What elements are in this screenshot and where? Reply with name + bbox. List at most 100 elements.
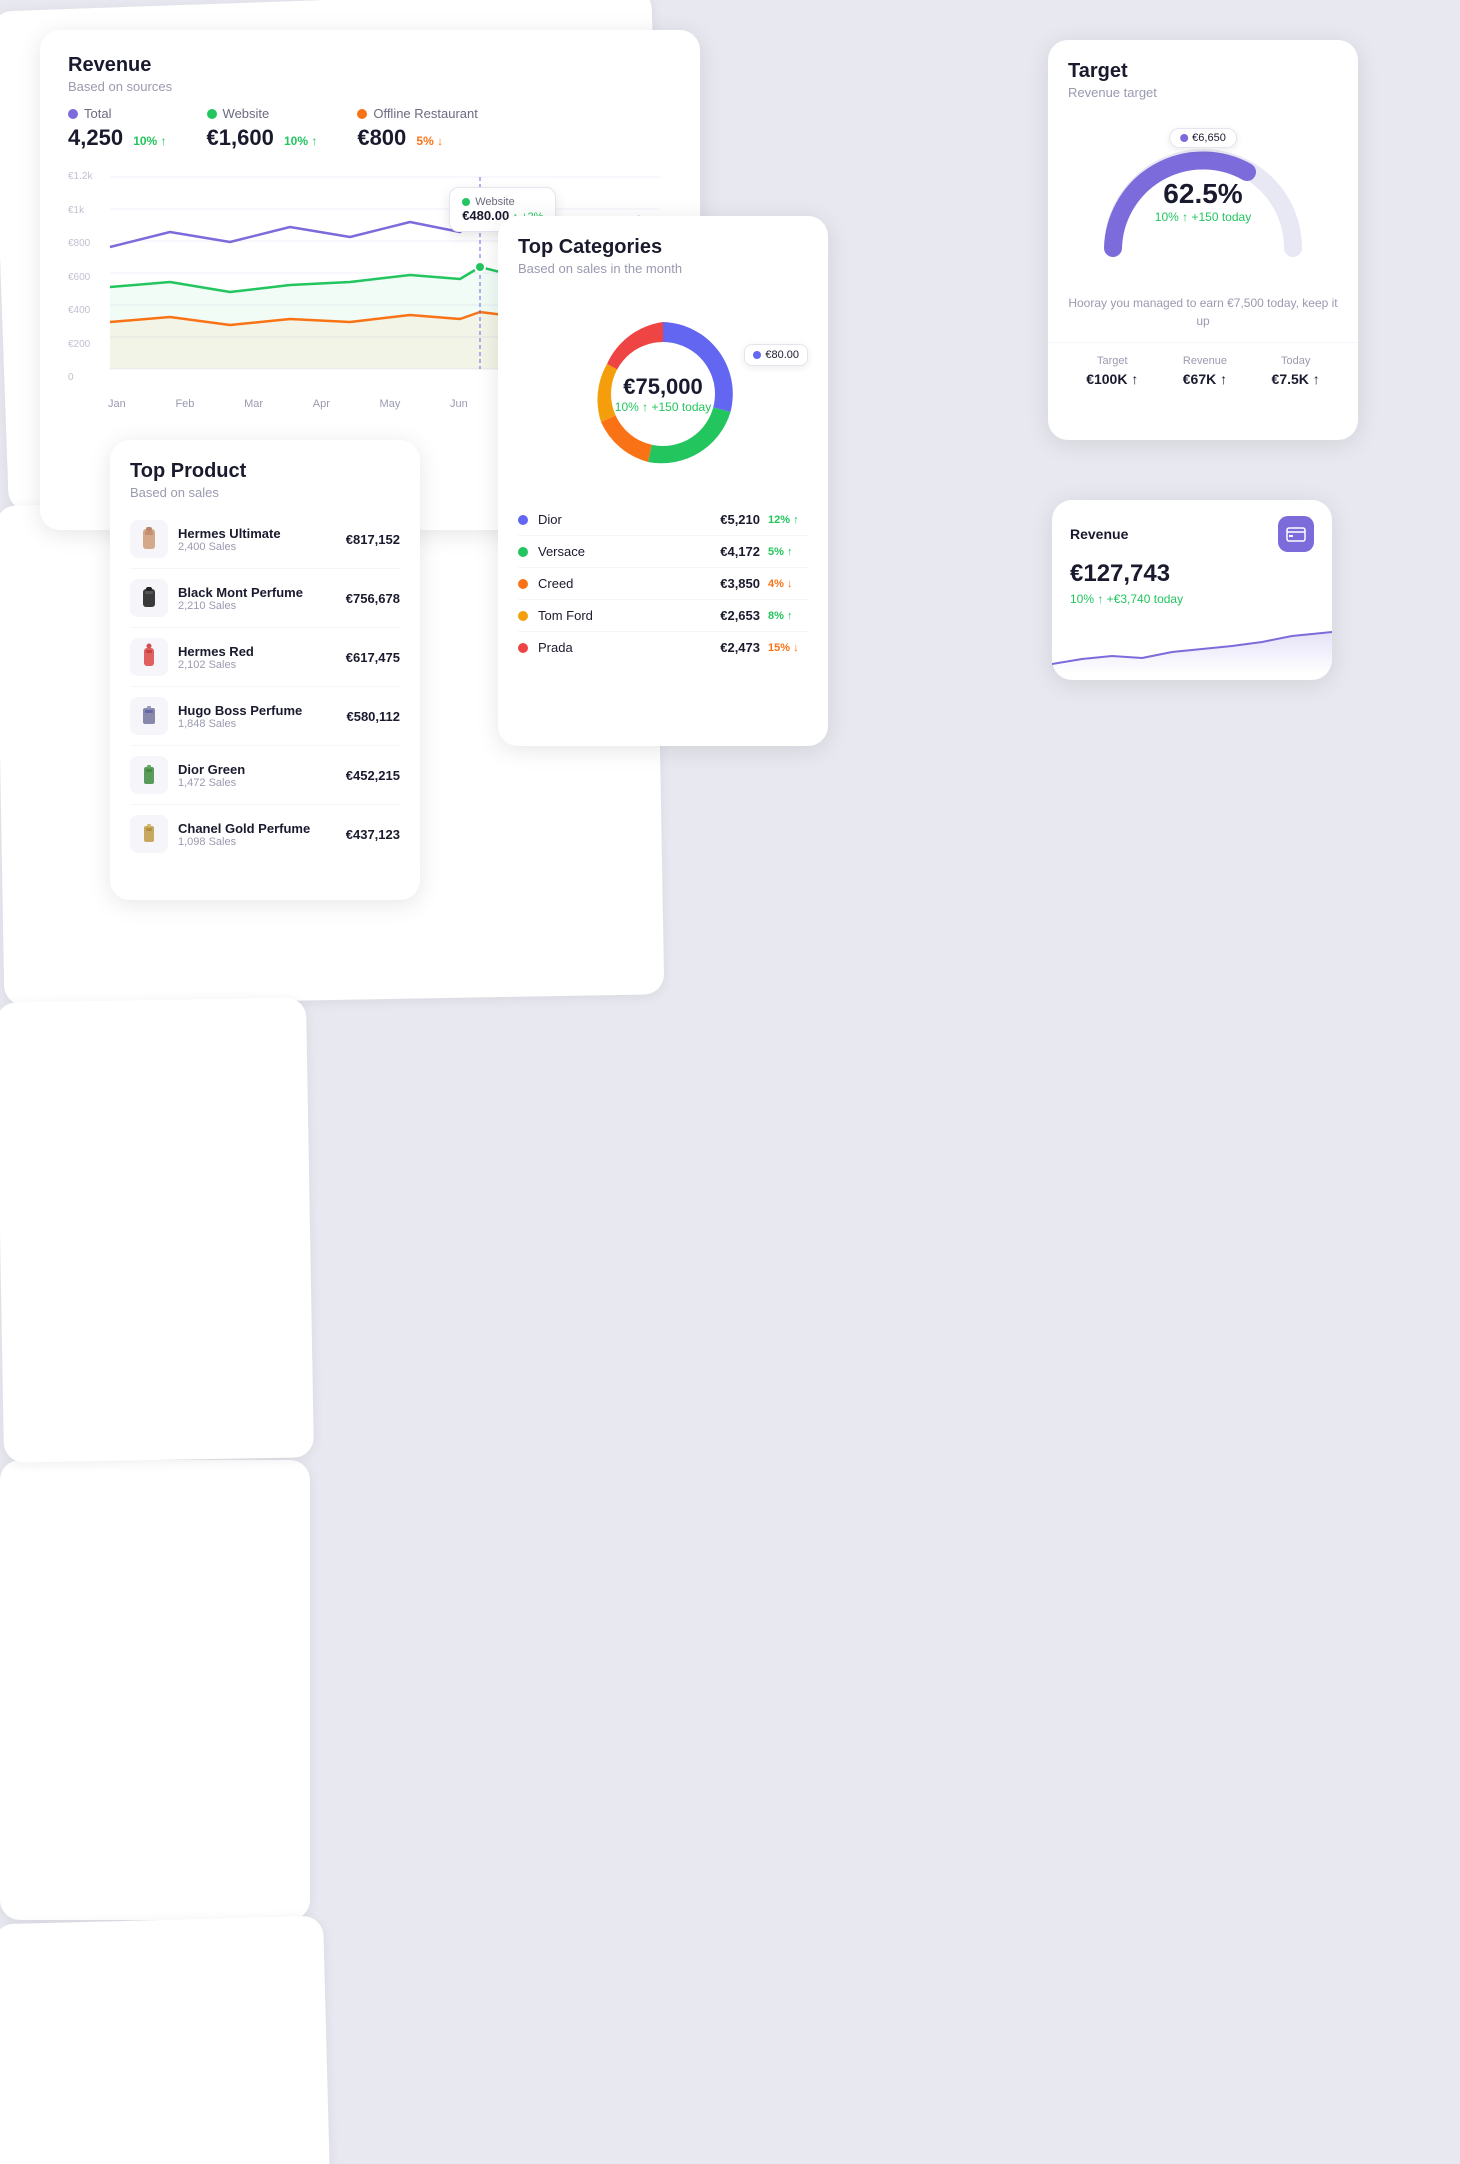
category-change-1: 5% ↑ xyxy=(768,546,808,558)
offline-dot xyxy=(357,109,367,119)
category-value-4: €2,473 xyxy=(720,640,760,655)
website-dot xyxy=(207,109,217,119)
category-value-3: €2,653 xyxy=(720,608,760,623)
target-title: Target xyxy=(1068,60,1338,83)
target-metric-value-2: €7.5K ↑ xyxy=(1272,371,1320,387)
product-img-0 xyxy=(130,520,168,558)
product-revenue-5: €437,123 xyxy=(346,827,400,842)
donut-label-dot xyxy=(753,351,761,359)
category-name-3: Tom Ford xyxy=(538,608,720,623)
product-title: Top Product xyxy=(130,460,400,483)
metric-offline-value: €800 5% ↓ xyxy=(357,125,478,151)
gauge-container: 62.5% 10% ↑ +150 today €6,650 xyxy=(1048,118,1358,278)
product-name-4: Dior Green xyxy=(178,762,336,777)
gauge-change: 10% ↑ +150 today xyxy=(1155,210,1251,224)
product-card: Top Product Based on sales Hermes Ultima… xyxy=(110,440,420,900)
mini-card-header: Revenue xyxy=(1052,500,1332,560)
gauge-value: 62.5% xyxy=(1155,178,1251,210)
list-item: Tom Ford €2,653 8% ↑ xyxy=(518,600,808,632)
revenue-metrics: Total 4,250 10% ↑ Website €1,600 10% ↑ O… xyxy=(40,106,700,167)
mini-revenue-chart xyxy=(1052,614,1332,674)
target-metric-value-1: €67K ↑ xyxy=(1183,371,1227,387)
categories-subtitle: Based on sales in the month xyxy=(518,261,808,276)
donut-value: €75,000 xyxy=(615,374,711,400)
target-metric-label-0: Target xyxy=(1086,355,1138,367)
list-item: Hermes Red 2,102 Sales €617,475 xyxy=(130,628,400,687)
target-metric-1: Revenue €67K ↑ xyxy=(1183,355,1227,387)
categories-list: Dior €5,210 12% ↑ Versace €4,172 5% ↑ Cr… xyxy=(498,504,828,663)
mini-card-icon xyxy=(1278,516,1314,552)
list-item: Dior €5,210 12% ↑ xyxy=(518,504,808,536)
product-name-0: Hermes Ultimate xyxy=(178,526,336,541)
revenue-mini-card: Revenue €127,743 10% ↑ +€3,740 today xyxy=(1052,500,1332,680)
mini-card-change: 10% ↑ +€3,740 today xyxy=(1052,592,1332,614)
category-change-2: 4% ↓ xyxy=(768,578,808,590)
revenue-title: Revenue xyxy=(68,54,672,77)
category-dot-0 xyxy=(518,515,528,525)
credit-card-icon xyxy=(1286,524,1306,544)
list-item: Dior Green 1,472 Sales €452,215 xyxy=(130,746,400,805)
product-sales-3: 1,848 Sales xyxy=(178,718,336,730)
metric-website-label: Website xyxy=(207,106,318,121)
category-name-4: Prada xyxy=(538,640,720,655)
category-dot-2 xyxy=(518,579,528,589)
product-info-3: Hugo Boss Perfume 1,848 Sales xyxy=(178,703,336,730)
categories-title: Top Categories xyxy=(518,236,808,259)
product-sales-1: 2,210 Sales xyxy=(178,600,336,612)
revenue-subtitle: Based on sources xyxy=(68,79,672,94)
category-value-0: €5,210 xyxy=(720,512,760,527)
product-card-header: Top Product Based on sales xyxy=(110,440,420,510)
product-info-5: Chanel Gold Perfume 1,098 Sales xyxy=(178,821,336,848)
product-info-2: Hermes Red 2,102 Sales xyxy=(178,644,336,671)
metric-total-change: 10% ↑ xyxy=(133,134,166,148)
target-metrics: Target €100K ↑ Revenue €67K ↑ Today €7.5… xyxy=(1048,342,1358,403)
total-dot xyxy=(68,109,78,119)
category-dot-4 xyxy=(518,643,528,653)
donut-change: 10% ↑ +150 today xyxy=(615,400,711,414)
metric-website: Website €1,600 10% ↑ xyxy=(207,106,318,151)
product-img-2 xyxy=(130,638,168,676)
metric-offline-change: 5% ↓ xyxy=(416,134,443,148)
category-change-0: 12% ↑ xyxy=(768,514,808,526)
metric-total-value: 4,250 10% ↑ xyxy=(68,125,167,151)
donut-container: €75,000 10% ↑ +150 today €80.00 xyxy=(498,294,828,494)
product-revenue-3: €580,112 xyxy=(346,709,400,724)
product-info-0: Hermes Ultimate 2,400 Sales xyxy=(178,526,336,553)
list-item: Versace €4,172 5% ↑ xyxy=(518,536,808,568)
target-metric-label-2: Today xyxy=(1272,355,1320,367)
list-item: Hugo Boss Perfume 1,848 Sales €580,112 xyxy=(130,687,400,746)
product-subtitle: Based on sales xyxy=(130,485,400,500)
product-name-2: Hermes Red xyxy=(178,644,336,659)
metric-total: Total 4,250 10% ↑ xyxy=(68,106,167,151)
product-name-5: Chanel Gold Perfume xyxy=(178,821,336,836)
category-value-1: €4,172 xyxy=(720,544,760,559)
gauge-center: 62.5% 10% ↑ +150 today xyxy=(1155,178,1251,224)
categories-card-header: Top Categories Based on sales in the mon… xyxy=(498,216,828,284)
target-card-header: Target Revenue target xyxy=(1048,40,1358,110)
category-value-2: €3,850 xyxy=(720,576,760,591)
product-img-5 xyxy=(130,815,168,853)
category-name-1: Versace xyxy=(538,544,720,559)
donut-label: €80.00 xyxy=(744,344,808,366)
metric-offline: Offline Restaurant €800 5% ↓ xyxy=(357,106,478,151)
mini-card-value: €127,743 xyxy=(1052,560,1332,592)
tooltip-label: Website xyxy=(462,196,543,208)
product-name-3: Hugo Boss Perfume xyxy=(178,703,336,718)
category-dot-3 xyxy=(518,611,528,621)
list-item: Black Mont Perfume 2,210 Sales €756,678 xyxy=(130,569,400,628)
categories-card-bg2 xyxy=(0,1916,337,2164)
target-card: Target Revenue target 62.5% 10% ↑ +150 t… xyxy=(1048,40,1358,440)
product-sales-0: 2,400 Sales xyxy=(178,541,336,553)
product-info-1: Black Mont Perfume 2,210 Sales xyxy=(178,585,336,612)
product-revenue-0: €817,152 xyxy=(346,532,400,547)
product-card-bg1 xyxy=(0,1460,310,1920)
target-metric-0: Target €100K ↑ xyxy=(1086,355,1138,387)
categories-card: Top Categories Based on sales in the mon… xyxy=(498,216,828,746)
product-list: Hermes Ultimate 2,400 Sales €817,152 Bla… xyxy=(110,510,420,863)
metric-offline-label: Offline Restaurant xyxy=(357,106,478,121)
revenue-card-header: Revenue Based on sources xyxy=(40,30,700,106)
product-sales-2: 2,102 Sales xyxy=(178,659,336,671)
product-name-1: Black Mont Perfume xyxy=(178,585,336,600)
metric-total-label: Total xyxy=(68,106,167,121)
list-item: Prada €2,473 15% ↓ xyxy=(518,632,808,663)
